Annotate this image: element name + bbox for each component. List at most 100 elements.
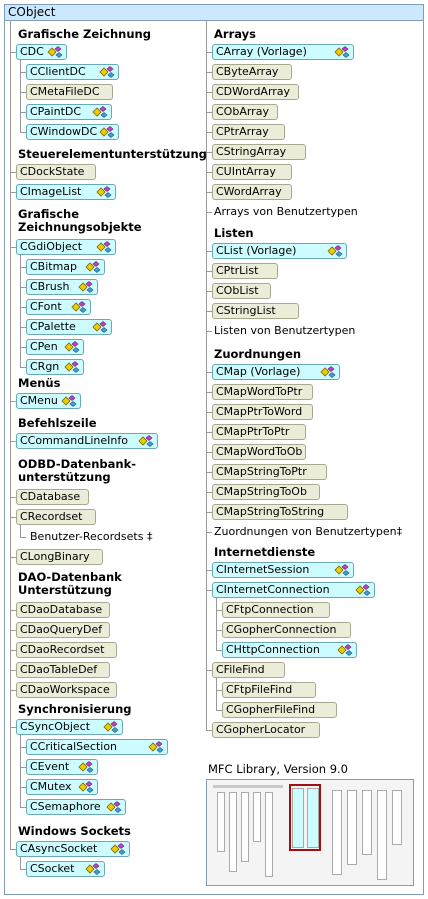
- class-box-csocket[interactable]: CSocket: [26, 861, 105, 877]
- class-box-cmapstringtoptr[interactable]: CMapStringToPtr: [212, 464, 327, 480]
- class-box-cbitmap[interactable]: CBitmap: [26, 259, 105, 275]
- serializable-icon: [99, 66, 115, 78]
- class-box-cinternetsession[interactable]: CInternetSession: [212, 562, 354, 578]
- class-box-cimagelist[interactable]: CImageList: [16, 184, 116, 200]
- class-box-cmap-vorlage[interactable]: CMap (Vorlage): [212, 364, 340, 380]
- connector-line: [206, 132, 212, 133]
- class-box-cftpfilefind[interactable]: CFtpFileFind: [222, 682, 316, 698]
- class-box-cdaodatabase[interactable]: CDaoDatabase: [16, 602, 110, 618]
- class-box-cpen[interactable]: CPen: [26, 339, 84, 355]
- class-box-cmapwordtoptr[interactable]: CMapWordToPtr: [212, 384, 313, 400]
- class-box-crgn[interactable]: CRgn: [26, 359, 84, 375]
- connector-line: [206, 492, 212, 493]
- class-box-cobarray[interactable]: CObArray: [212, 104, 278, 120]
- thumb-block: [347, 790, 357, 865]
- class-box-cptrarray[interactable]: CPtrArray: [212, 124, 285, 140]
- class-name: CObList: [216, 284, 259, 297]
- class-box-cbrush[interactable]: CBrush: [26, 279, 98, 295]
- thumb-block: [217, 792, 225, 852]
- class-box-cptrlist[interactable]: CPtrList: [212, 263, 278, 279]
- class-box-clongbinary[interactable]: CLongBinary: [16, 549, 103, 565]
- class-box-cmapptrtoword[interactable]: CMapPtrToWord: [212, 404, 313, 420]
- section-heading-synchronisierung: Synchronisierung: [18, 702, 132, 716]
- user-types-label: Listen von Benutzertypen: [214, 324, 356, 337]
- class-box-ccommandlineinfo[interactable]: CCommandLineInfo: [16, 433, 158, 449]
- class-box-cmetafiledc[interactable]: CMetaFileDC: [26, 84, 113, 100]
- connector-line: [10, 849, 16, 850]
- thumb-block: [253, 792, 261, 842]
- class-box-cmenu[interactable]: CMenu: [16, 393, 81, 409]
- thumb-block: [362, 790, 372, 855]
- class-box-cpaintdc[interactable]: CPaintDC: [26, 104, 112, 120]
- class-name: CEvent: [30, 760, 70, 773]
- class-box-cfont[interactable]: CFont: [26, 299, 91, 315]
- connector-line: [10, 21, 11, 850]
- class-name: CMetaFileDC: [30, 85, 100, 98]
- class-box-cdwordarray[interactable]: CDWordArray: [212, 84, 299, 100]
- class-box-cgopherfilefind[interactable]: CGopherFileFind: [222, 702, 337, 718]
- class-box-csemaphore[interactable]: CSemaphore: [26, 799, 126, 815]
- class-box-cdaotabledef[interactable]: CDaoTableDef: [16, 662, 110, 678]
- connector-line: [10, 690, 16, 691]
- class-box-cmapstringtostring[interactable]: CMapStringToString: [212, 504, 348, 520]
- class-box-ccriticalsection[interactable]: CCriticalSection: [26, 739, 168, 755]
- class-name: CGopherConnection: [226, 623, 337, 636]
- class-box-cftpconnection[interactable]: CFtpConnection: [222, 602, 330, 618]
- class-box-cfilefind[interactable]: CFileFind: [212, 662, 285, 678]
- serializable-icon: [78, 781, 94, 793]
- class-box-cevent[interactable]: CEvent: [26, 759, 98, 775]
- class-box-cmapstringtoob[interactable]: CMapStringToOb: [212, 484, 320, 500]
- class-box-cstringarray[interactable]: CStringArray: [212, 144, 306, 160]
- serializable-icon: [337, 644, 353, 656]
- class-name: CByteArray: [216, 65, 279, 78]
- class-name: CDC: [20, 45, 44, 58]
- class-box-coblist[interactable]: CObList: [212, 283, 271, 299]
- class-box-carray-vorlage[interactable]: CArray (Vorlage): [212, 44, 354, 60]
- class-name: CFont: [30, 300, 62, 313]
- current-view-highlight: [289, 784, 321, 851]
- class-box-cuintarray[interactable]: CUIntArray: [212, 164, 292, 180]
- class-box-cstringlist[interactable]: CStringList: [212, 303, 299, 319]
- class-box-crecordset[interactable]: CRecordset: [16, 509, 96, 525]
- class-box-cdaoworkspace[interactable]: CDaoWorkspace: [16, 682, 117, 698]
- connector-line: [206, 251, 212, 252]
- class-box-cmapptrtoptr[interactable]: CMapPtrToPtr: [212, 424, 306, 440]
- thumb-block: [241, 792, 249, 862]
- section-heading-zuordnungen: Zuordnungen: [214, 347, 302, 361]
- class-box-cdaoquerydef[interactable]: CDaoQueryDef: [16, 622, 110, 638]
- class-box-cinternetconnection[interactable]: CInternetConnection: [212, 582, 375, 598]
- serializable-icon: [96, 241, 112, 253]
- class-box-cmutex[interactable]: CMutex: [26, 779, 98, 795]
- class-box-cwordarray[interactable]: CWordArray: [212, 184, 292, 200]
- class-box-cwindowdc[interactable]: CWindowDC: [26, 124, 119, 140]
- class-name: CGdiObject: [20, 240, 83, 253]
- class-box-cpalette[interactable]: CPalette: [26, 319, 112, 335]
- class-box-cclientdc[interactable]: CClientDC: [26, 64, 119, 80]
- connector-line: [10, 172, 16, 173]
- class-box-cdockstate[interactable]: CDockState: [16, 164, 96, 180]
- class-box-cgopherlocator[interactable]: CGopherLocator: [212, 722, 320, 738]
- connector-line: [10, 401, 16, 402]
- class-box-cdc[interactable]: CDC: [16, 44, 67, 60]
- class-box-csyncobject[interactable]: CSyncObject: [16, 719, 123, 735]
- thumb-block: [265, 792, 273, 877]
- class-box-cmapwordtoob[interactable]: CMapWordToOb: [212, 444, 306, 460]
- class-box-cdatabase[interactable]: CDatabase: [16, 489, 89, 505]
- class-box-cbytearray[interactable]: CByteArray: [212, 64, 292, 80]
- class-name: CFileFind: [216, 663, 265, 676]
- class-name: CAsyncSocket: [20, 842, 98, 855]
- serializable-icon: [327, 245, 343, 257]
- serializable-icon: [103, 721, 119, 733]
- class-box-cdaorecordset[interactable]: CDaoRecordset: [16, 642, 117, 658]
- connector-line: [10, 247, 16, 248]
- class-box-casyncsocket[interactable]: CAsyncSocket: [16, 841, 130, 857]
- class-box-cgdiobject[interactable]: CGdiObject: [16, 239, 116, 255]
- class-box-clist-vorlage[interactable]: CList (Vorlage): [212, 243, 347, 259]
- class-name: CHttpConnection: [226, 643, 320, 656]
- class-box-cgopherconnection[interactable]: CGopherConnection: [222, 622, 351, 638]
- class-box-chttpconnection[interactable]: CHttpConnection: [222, 642, 357, 658]
- class-name: CPen: [30, 340, 58, 353]
- connector-line: [10, 557, 16, 558]
- class-name: CLongBinary: [20, 550, 90, 563]
- serializable-icon: [47, 46, 63, 58]
